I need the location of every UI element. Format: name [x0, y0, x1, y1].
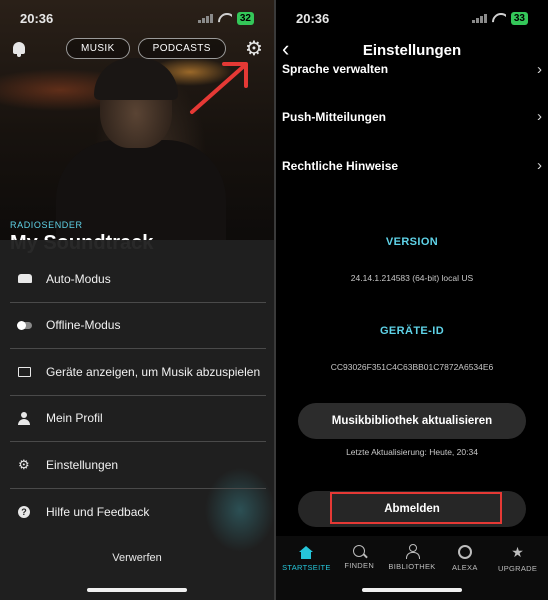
settings-row-legal[interactable]: Rechtliche Hinweise ›	[276, 141, 548, 190]
menu-item-label: Geräte anzeigen, um Musik abzuspielen	[46, 364, 261, 379]
settings-row-label: Push-Mitteilungen	[282, 109, 386, 124]
home-indicator[interactable]	[362, 588, 462, 592]
device-id-title: GERÄTE-ID	[379, 325, 445, 337]
status-bar: 20:36 32	[0, 0, 274, 36]
menu-item-label: Einstellungen	[46, 457, 119, 472]
toggle-icon[interactable]	[10, 320, 38, 330]
back-icon[interactable]: ‹	[282, 38, 289, 60]
settings-row-push[interactable]: Push-Mitteilungen ›	[276, 92, 548, 141]
hero-image	[0, 0, 274, 250]
tab-label: UPGRADE	[497, 564, 538, 573]
version-title: VERSION	[385, 236, 439, 248]
settings-list: Sprache verwalten › Push-Mitteilungen › …	[276, 50, 548, 190]
signal-icon	[471, 13, 487, 23]
wifi-icon	[492, 13, 506, 23]
status-time: 20:36	[20, 10, 54, 26]
tab-label: BIBLIOTHEK	[388, 562, 436, 571]
battery-icon: 33	[510, 11, 528, 25]
wifi-icon	[218, 13, 232, 23]
library-icon	[405, 544, 420, 559]
home-indicator[interactable]	[87, 588, 187, 592]
tab-label: FINDEN	[344, 561, 375, 570]
person-icon	[10, 412, 38, 426]
pill-musik[interactable]: MUSIK	[66, 38, 130, 59]
hero-person-cap	[94, 58, 178, 100]
hero-label: RADIOSENDER	[10, 220, 83, 230]
search-icon	[353, 545, 366, 557]
battery-icon: 32	[236, 11, 254, 25]
settings-row-label: Rechtliche Hinweise	[282, 158, 399, 173]
tab-home[interactable]: STARTSEITE	[280, 540, 333, 600]
menu-item-help[interactable]: ? Hilfe und Feedback	[10, 489, 266, 536]
menu-item-auto-mode[interactable]: Auto-Modus	[10, 256, 266, 303]
tab-label: STARTSEITE	[282, 563, 331, 572]
menu-item-label: Mein Profil	[46, 411, 103, 426]
red-arrow-annotation	[190, 62, 248, 114]
menu-item-label: Auto-Modus	[46, 271, 111, 286]
device-id-value: CC93026F351C4C63BB01C7872A6534E6	[330, 362, 494, 372]
right-screen: 20:36 33 Sprache verwalten › Push-Mittei…	[276, 0, 548, 600]
menu-list: Auto-Modus Offline-Modus Geräte anzeigen…	[10, 256, 266, 535]
page-title: Einstellungen	[362, 41, 462, 59]
menu-item-profile[interactable]: Mein Profil	[10, 396, 266, 442]
logout-button[interactable]: Abmelden	[298, 491, 526, 527]
version-value: 24.14.1.214583 (64-bit) local US	[350, 273, 474, 283]
status-time: 20:36	[296, 10, 330, 26]
home-icon	[299, 546, 314, 559]
alexa-icon	[457, 545, 472, 559]
last-update-text: Letzte Aktualisierung: Heute, 20:34	[346, 447, 478, 457]
tab-upgrade[interactable]: ★ UPGRADE	[491, 540, 544, 600]
menu-item-settings[interactable]: ⚙ Einstellungen	[10, 442, 266, 489]
menu-sheet: Auto-Modus Offline-Modus Geräte anzeigen…	[0, 240, 274, 600]
cast-icon	[10, 366, 38, 377]
signal-icon	[197, 13, 213, 23]
menu-item-label: Hilfe und Feedback	[46, 504, 150, 519]
status-icons: 33	[471, 11, 528, 25]
status-icons: 32	[197, 11, 254, 25]
bell-icon[interactable]	[10, 40, 28, 58]
menu-item-offline-mode[interactable]: Offline-Modus	[10, 303, 266, 349]
help-icon: ?	[10, 505, 38, 518]
star-icon: ★	[511, 544, 524, 560]
left-screen: 20:36 32 MUSIK PODCASTS ⚙ RADIOSENDER My…	[0, 0, 274, 600]
status-bar: 20:36 33	[276, 0, 548, 36]
chevron-right-icon: ›	[537, 157, 542, 174]
menu-item-devices[interactable]: Geräte anzeigen, um Musik abzuspielen	[10, 349, 266, 396]
gear-icon: ⚙	[18, 456, 30, 472]
refresh-library-button[interactable]: Musikbibliothek aktualisieren	[298, 403, 526, 439]
discard-button[interactable]: Verwerfen	[0, 552, 274, 564]
chevron-right-icon: ›	[537, 108, 542, 125]
car-icon	[10, 274, 38, 284]
header: ‹ Einstellungen	[276, 36, 548, 64]
settings-row-label: Sprache verwalten	[282, 62, 389, 76]
menu-item-label: Offline-Modus	[46, 318, 121, 333]
tab-label: ALEXA	[451, 563, 478, 572]
